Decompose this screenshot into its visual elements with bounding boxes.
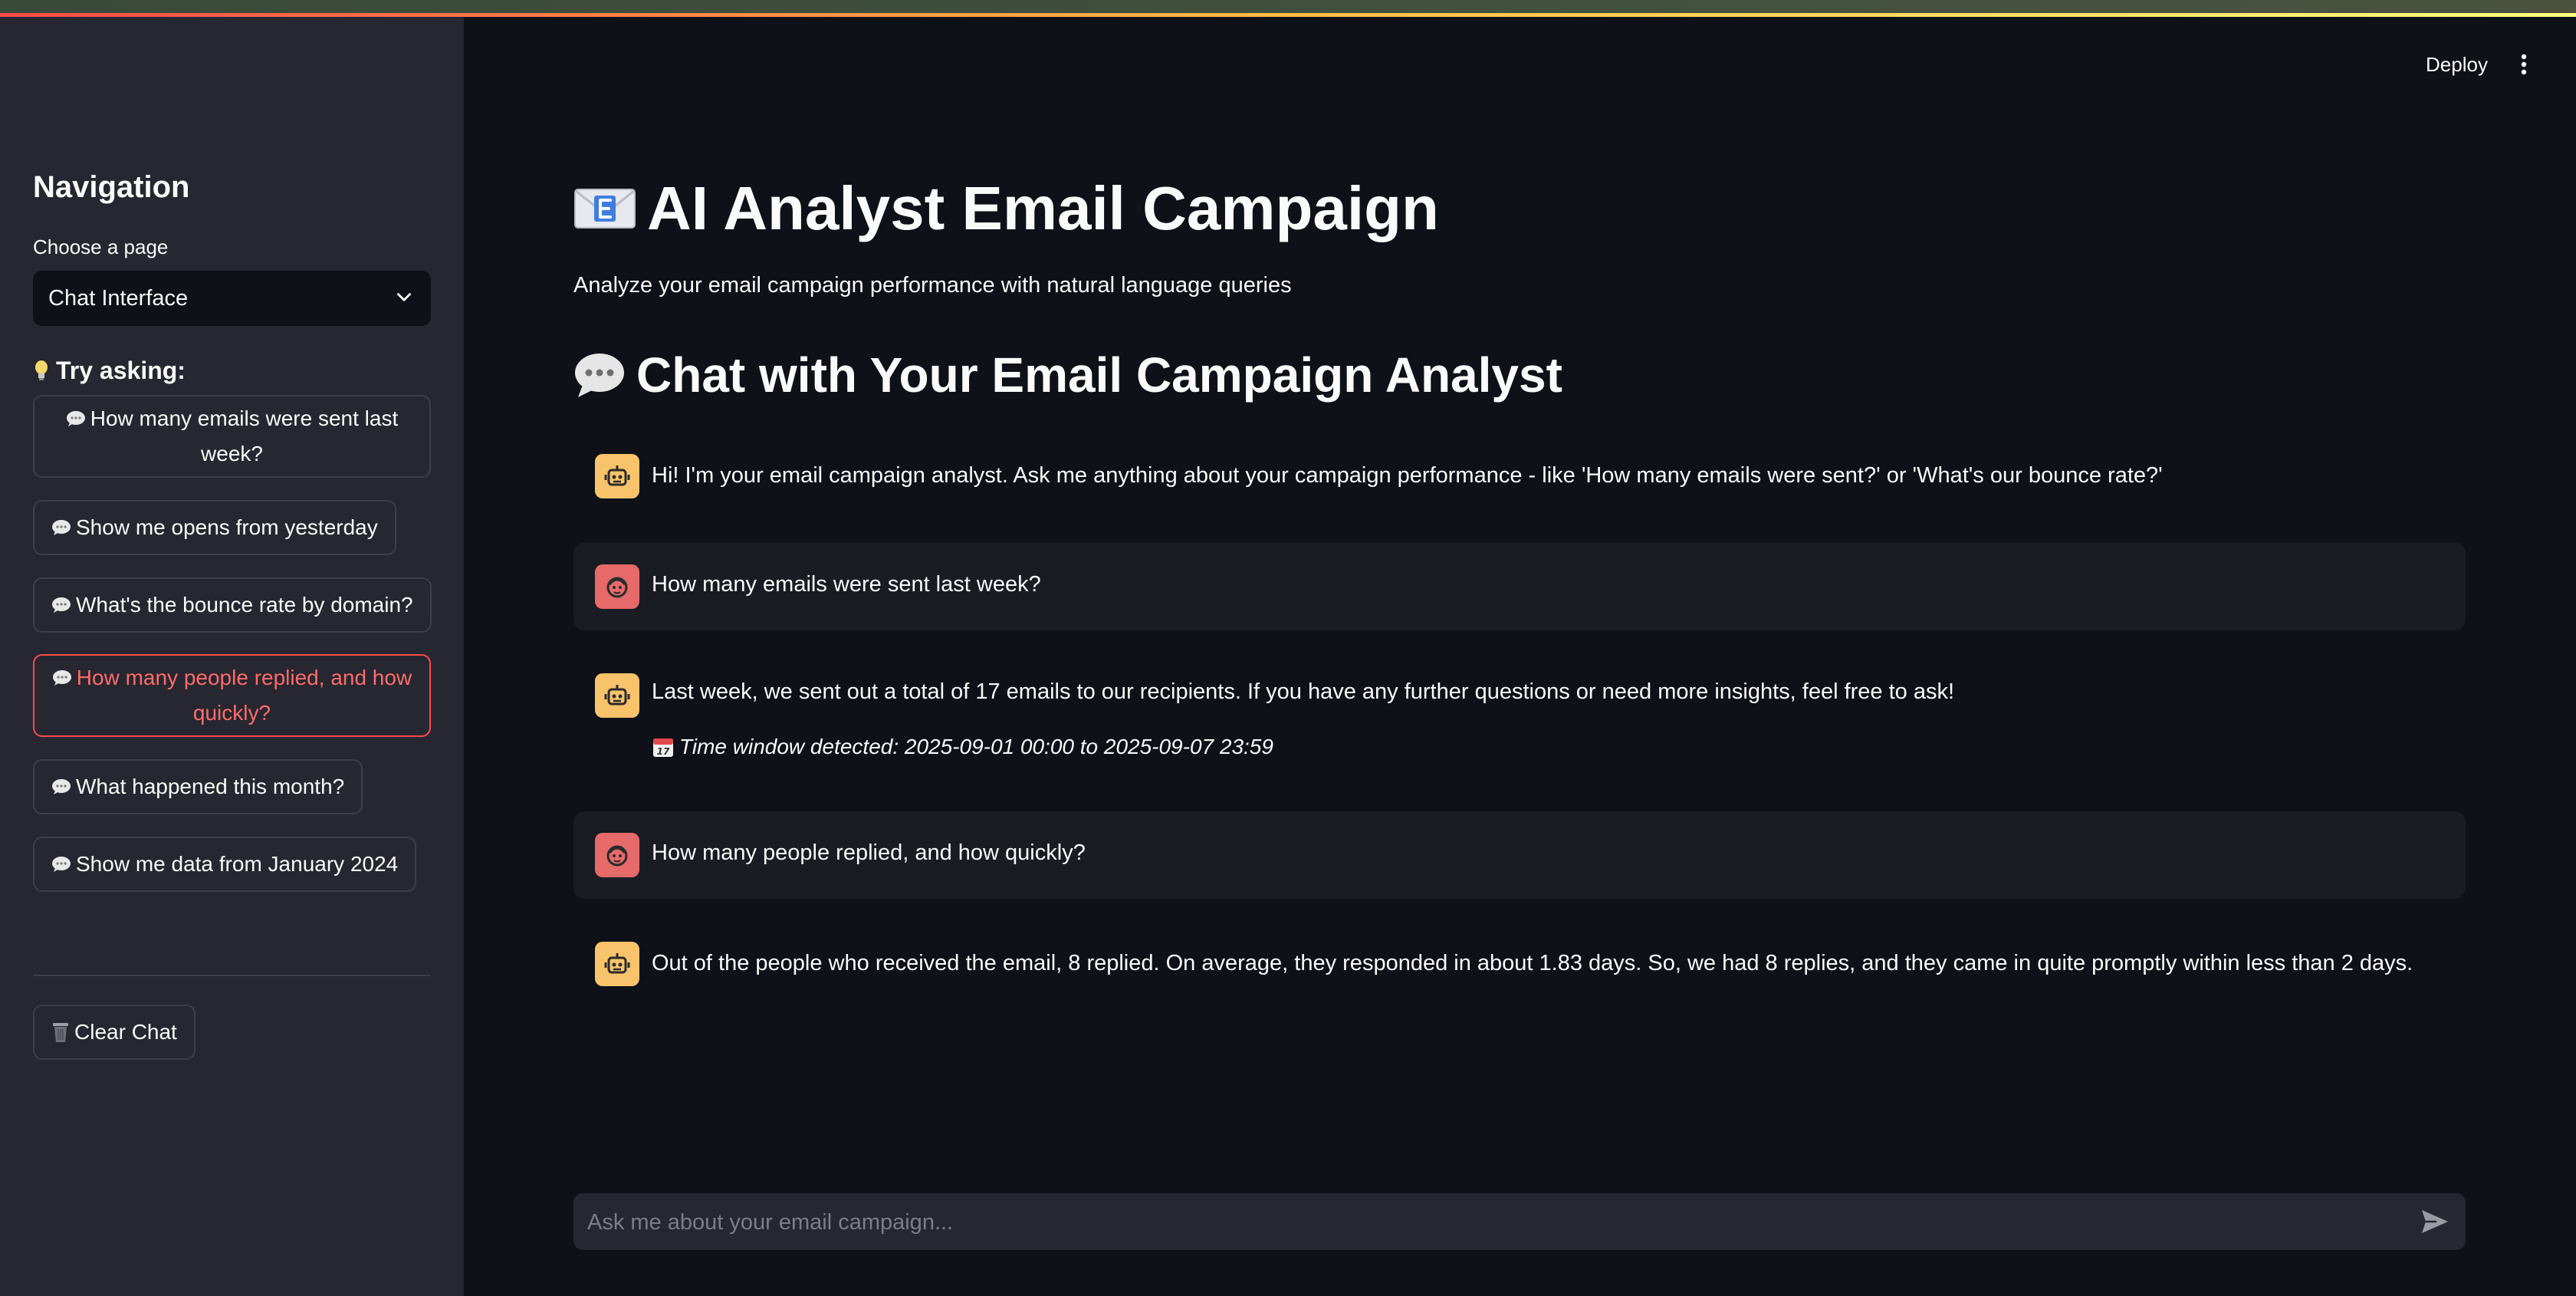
sidebar-title: Navigation (33, 170, 190, 204)
page-title-text: AI Analyst Email Campaign (647, 174, 1439, 242)
user-avatar (595, 833, 639, 877)
page-title: AI Analyst Email Campaign (573, 173, 1439, 244)
app-root: Navigation Choose a page Chat Interface … (0, 0, 2576, 1296)
suggestion-label: Show me data from January 2024 (76, 852, 399, 876)
chat-heading-text: Chat with Your Email Campaign Analyst (636, 347, 1562, 403)
suggestion-button-bounce-rate[interactable]: What's the bounce rate by domain? (33, 577, 432, 633)
try-asking-heading: Try asking: (33, 357, 186, 385)
chat-message-assistant: Last week, we sent out a total of 17 ema… (573, 661, 2466, 776)
suggestion-button-january-2024[interactable]: Show me data from January 2024 (33, 837, 417, 892)
time-window-note: 17 Time window detected: 2025-09-01 00:0… (652, 735, 1273, 759)
svg-text:17: 17 (657, 746, 670, 757)
clear-chat-button[interactable]: Clear Chat (33, 1005, 196, 1060)
speech-bubble-icon (52, 670, 71, 686)
speech-bubble-icon (575, 354, 624, 397)
suggestion-label: How many emails were sent last (90, 406, 399, 430)
speech-bubble-icon (52, 597, 71, 613)
suggestion-label: How many people replied, and how (76, 666, 412, 689)
chat-message-assistant: Hi! I'm your email campaign analyst. Ask… (573, 445, 2466, 509)
robot-icon (604, 465, 630, 486)
wastebasket-icon (53, 1023, 68, 1042)
top-decoration-bar (0, 0, 2576, 17)
page-select-label: Choose a page (33, 235, 169, 258)
message-text: How many people replied, and how quickly… (652, 840, 1086, 865)
page-subtitle: Analyze your email campaign performance … (573, 273, 1292, 298)
suggestion-label-line2: week? (201, 442, 263, 465)
user-avatar (595, 564, 639, 609)
chat-input-container (573, 1193, 2466, 1252)
message-text: Hi! I'm your email campaign analyst. Ask… (652, 463, 2163, 488)
lightbulb-icon (35, 360, 48, 380)
sidebar-divider (33, 975, 431, 976)
suggestion-button-replied-how-quickly[interactable]: How many people replied, and how quickly… (33, 654, 431, 737)
calendar-icon: 17 (653, 738, 673, 757)
message-text: Out of the people who received the email… (652, 951, 2413, 975)
speech-bubble-icon (52, 520, 71, 535)
user-face-icon (606, 577, 628, 598)
speech-bubble-icon (52, 779, 71, 794)
clear-chat-label: Clear Chat (74, 1020, 177, 1044)
chat-message-user: How many people replied, and how quickly… (573, 811, 2466, 899)
chat-input[interactable] (586, 1193, 2383, 1252)
message-text: How many emails were sent last week? (652, 572, 1041, 597)
chat-message-user: How many emails were sent last week? (573, 543, 2466, 630)
send-arrow-icon[interactable] (2420, 1207, 2450, 1236)
page-select[interactable]: Chat Interface (33, 271, 431, 326)
chat-message-assistant: Out of the people who received the email… (573, 931, 2466, 1000)
suggestion-label: What's the bounce rate by domain? (76, 593, 413, 617)
speech-bubble-icon (52, 857, 71, 872)
suggestion-label: What happened this month? (76, 775, 345, 798)
robot-avatar (595, 942, 639, 986)
suggestion-button-sent-last-week[interactable]: How many emails were sent last week? (33, 395, 431, 478)
chat-heading: Chat with Your Email Campaign Analyst (573, 347, 1562, 403)
robot-icon (604, 685, 630, 706)
message-text: Last week, we sent out a total of 17 ema… (652, 679, 1955, 704)
speech-bubble-icon (66, 411, 85, 426)
deploy-button[interactable]: Deploy (2417, 48, 2497, 81)
suggestion-label-line2: quickly? (192, 701, 271, 725)
suggestion-button-this-month[interactable]: What happened this month? (33, 759, 363, 814)
main-menu-icon[interactable] (2515, 49, 2533, 80)
time-window-text: Time window detected: 2025-09-01 00:00 t… (679, 735, 1273, 758)
user-face-icon (606, 845, 628, 867)
try-asking-label: Try asking: (56, 357, 186, 384)
page-select-value: Chat Interface (48, 285, 189, 311)
suggestion-label: Show me opens from yesterday (76, 515, 378, 539)
sidebar: Navigation Choose a page Chat Interface … (0, 17, 464, 1296)
robot-icon (604, 953, 630, 974)
robot-avatar (595, 673, 639, 718)
robot-avatar (595, 454, 639, 498)
envelope-e-icon (574, 189, 636, 229)
suggestion-button-opens-yesterday[interactable]: Show me opens from yesterday (33, 500, 396, 555)
chevron-down-icon (397, 293, 411, 301)
